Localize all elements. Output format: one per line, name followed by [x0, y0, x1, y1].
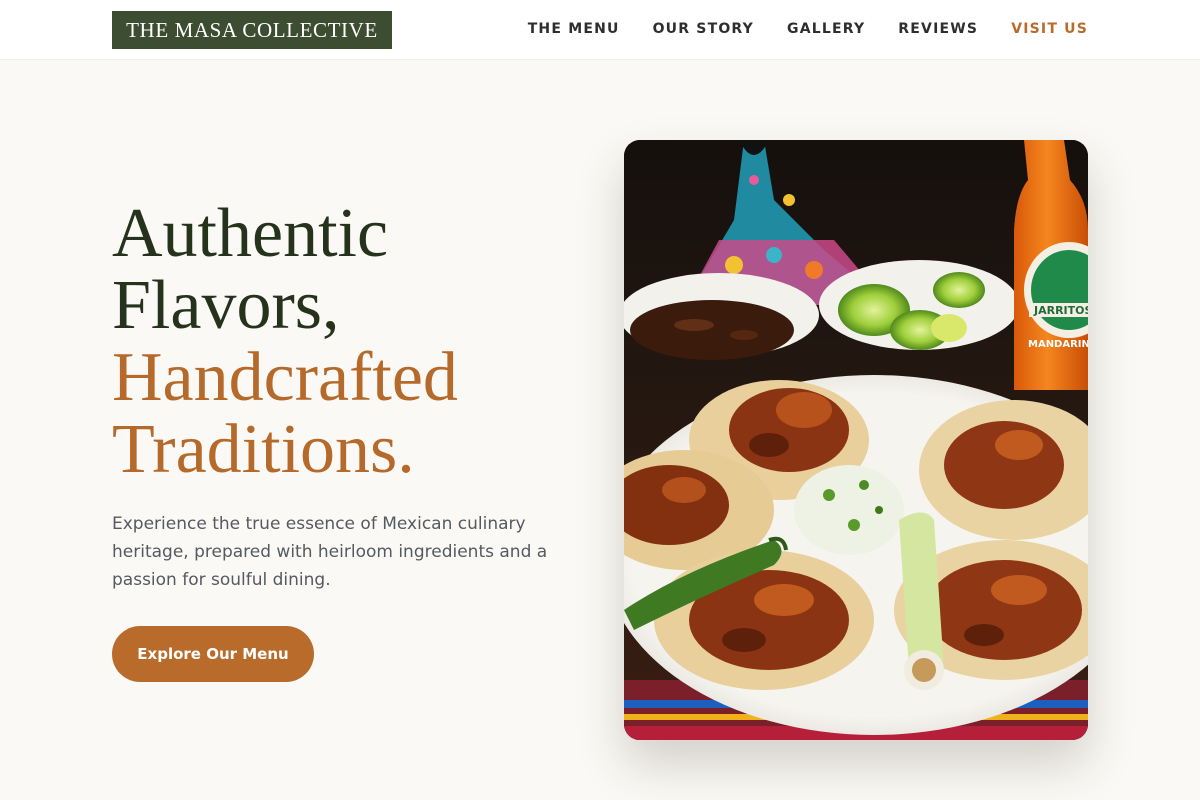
hero-food-image: JARRITOS MANDARIN: [624, 140, 1088, 740]
bottle-flavor-text: MANDARIN: [1028, 339, 1088, 350]
headline-line-4: Traditions.: [112, 411, 415, 488]
site-header: THE MASA COLLECTIVE THE MENU OUR STORY G…: [0, 0, 1200, 60]
lime-bowl: [819, 260, 1019, 350]
headline-line-3: Handcrafted: [112, 339, 458, 416]
nav-link-our-story[interactable]: OUR STORY: [653, 21, 754, 37]
headline-line-2: Flavors,: [112, 267, 340, 344]
bottle-label-text: JARRITOS: [1033, 304, 1088, 317]
tacos-photo-illustration: JARRITOS MANDARIN: [624, 140, 1088, 740]
nav-link-gallery[interactable]: GALLERY: [787, 21, 865, 37]
nav-link-visit-us[interactable]: VISIT US: [1011, 21, 1088, 37]
nav-link-reviews[interactable]: REVIEWS: [898, 21, 978, 37]
taco-plate: [624, 375, 1088, 735]
headline-line-1: Authentic: [112, 195, 389, 272]
main-nav: THE MENU OUR STORY GALLERY REVIEWS VISIT…: [528, 0, 1088, 58]
explore-menu-button[interactable]: Explore Our Menu: [112, 626, 314, 682]
hero-description: Experience the true essence of Mexican c…: [112, 514, 548, 590]
nav-link-menu[interactable]: THE MENU: [528, 21, 620, 37]
hero-headline: Authentic Flavors, Handcrafted Tradition…: [112, 198, 582, 486]
site-logo[interactable]: THE MASA COLLECTIVE: [112, 11, 392, 49]
